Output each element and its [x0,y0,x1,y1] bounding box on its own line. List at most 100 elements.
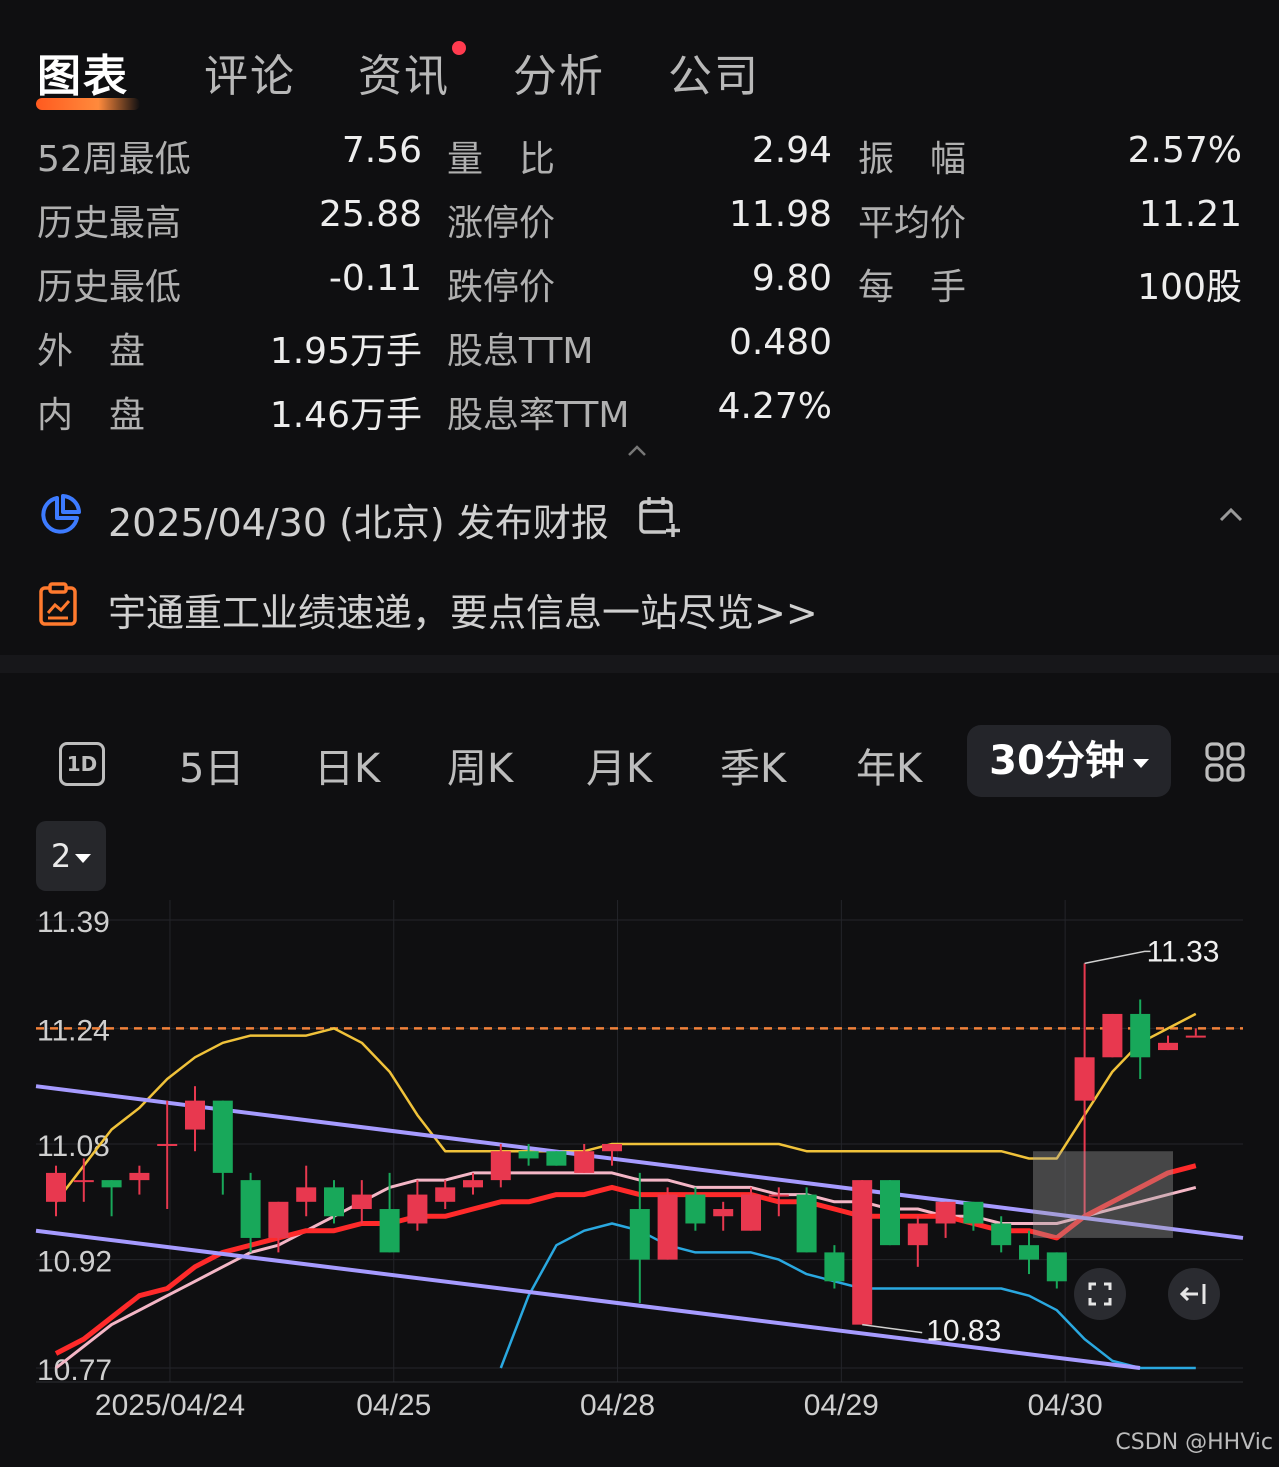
stat-label: 跌停价 [447,267,556,308]
period-1d-icon[interactable]: 1D [59,742,105,786]
stat-label: 历史最高 [37,203,182,244]
stat-label: 每 手 [858,267,967,308]
candle-up [351,1194,372,1210]
candle-up [73,1180,94,1183]
stats-row: 外 盘 1.95万手 股息TTM 0.480 [0,322,1279,382]
stat-label: 股息TTM [447,331,594,372]
candle-down [379,1209,400,1253]
stat-value: 4.27% [717,386,832,427]
tab-company[interactable]: 公司 [668,40,760,104]
chart-overlay: 11.33 10.83 [862,935,1220,1348]
tab-news[interactable]: 资讯 [358,40,450,104]
indicator-count-value: 2 [50,837,72,875]
stat-label: 振 幅 [858,139,967,180]
period-quarter-k[interactable]: 季K [720,736,786,794]
period-selector: 1D 5日 日K 周K 月K 季K 年K 30分钟 [0,722,1279,802]
candle-up [852,1180,873,1325]
candle-up [1185,1035,1206,1038]
stat-label: 股息率TTM [447,395,630,436]
candle-up [1158,1042,1178,1051]
high-price-label: 11.33 [1147,935,1220,968]
x-tick-label: 2025/04/24 [95,1389,245,1422]
earnings-express-row[interactable]: 宇通重工业绩速递，要点信息一站尽览>> [0,568,1279,638]
period-month-k[interactable]: 月K [586,736,652,794]
candle-down [212,1100,233,1173]
earnings-express-link[interactable]: 宇通重工业绩速递，要点信息一站尽览>> [108,582,818,637]
y-tick-label: 10.77 [37,1354,112,1387]
stats-row: 内 盘 1.46万手 股息率TTM 4.27% [0,386,1279,446]
candle-down [1130,1013,1151,1058]
tab-chart[interactable]: 图表 [37,40,129,104]
collapse-stats-chevron-icon[interactable] [626,440,648,462]
stat-label: 平均价 [858,203,967,244]
stat-value: 9.80 [751,258,832,299]
high-callout-line [1084,950,1151,965]
period-day-k[interactable]: 日K [314,736,380,794]
dropdown-caret-icon [75,853,92,863]
candle-down [546,1151,567,1166]
candle-up [46,1172,66,1202]
expand-icon [1088,1282,1112,1306]
low-callout-line [862,1323,923,1334]
stat-value: 11.98 [728,194,832,235]
candle-down [518,1151,539,1159]
pie-chart-icon [41,494,81,534]
stats-row: 52周最低 7.56 量 比 2.94 振 幅 2.57% [0,130,1279,190]
stat-value: -0.11 [328,258,422,299]
candle-up [185,1100,205,1130]
tab-analysis[interactable]: 分析 [513,40,605,104]
chart-collapse-button[interactable] [1168,1268,1220,1320]
candle-down [101,1180,122,1188]
candle-up [490,1151,511,1181]
candle-up [657,1194,678,1260]
period-year-k[interactable]: 年K [856,736,922,794]
candle-up [768,1194,789,1197]
watermark: CSDN @HHVic [1115,1430,1273,1455]
x-axis-labels: 2025/04/24 04/25 04/28 04/29 04/30 [95,1389,1103,1422]
news-unread-dot [452,41,466,55]
candle-up [157,1144,178,1146]
stat-value: 2.57% [1127,130,1242,171]
y-axis-labels: 11.3911.2411.0810.9210.77 [37,906,112,1387]
chart-fullscreen-button[interactable] [1074,1268,1126,1320]
stat-value: 100股 [1137,267,1242,308]
tab-comments[interactable]: 评论 [204,40,296,104]
indicator-count-dropdown[interactable]: 2 [36,821,106,891]
stat-value: 2.94 [751,130,832,171]
stat-label: 52周最低 [37,139,191,180]
candle-down [629,1209,650,1260]
stat-value: 0.480 [728,322,832,363]
candle-up [1102,1013,1123,1058]
candle-up [268,1201,289,1238]
period-30min-dropdown[interactable]: 30分钟 [967,725,1171,797]
stat-label: 量 比 [447,139,556,180]
candle-up [935,1201,956,1224]
candle-down [1046,1252,1067,1282]
candle-down [880,1180,900,1246]
stat-value: 11.21 [1138,194,1242,235]
chevron-up-icon[interactable] [1218,506,1244,524]
candle-down [796,1194,817,1253]
ma-slow-line [55,1171,1197,1370]
selection-highlight [1033,1151,1173,1238]
x-tick-label: 04/30 [1028,1389,1103,1422]
grid-menu-icon[interactable] [1204,741,1246,783]
y-tick-label: 11.39 [37,906,110,939]
section-divider [0,655,1279,673]
stat-label: 内 盘 [37,395,146,436]
x-tick-label: 04/25 [356,1389,431,1422]
period-5d[interactable]: 5日 [179,736,244,794]
earnings-date-row[interactable]: 2025/04/30 (北京) 发布财报 [0,480,1279,550]
calendar-add-icon[interactable] [636,494,682,540]
x-tick-label: 04/29 [804,1389,879,1422]
stats-row: 历史最高 25.88 涨停价 11.98 平均价 11.21 [0,194,1279,254]
low-price-label: 10.83 [926,1315,1001,1348]
candle-up [574,1151,595,1173]
candle-up [907,1223,928,1246]
candlestick-chart[interactable]: 11.3911.2411.0810.9210.77 2025/04/24 04/2… [0,890,1279,1430]
stat-value: 7.56 [341,130,422,171]
candle-down [324,1187,344,1217]
period-week-k[interactable]: 周K [447,736,513,794]
candle-up [1074,1057,1095,1101]
candle-up [407,1194,428,1224]
